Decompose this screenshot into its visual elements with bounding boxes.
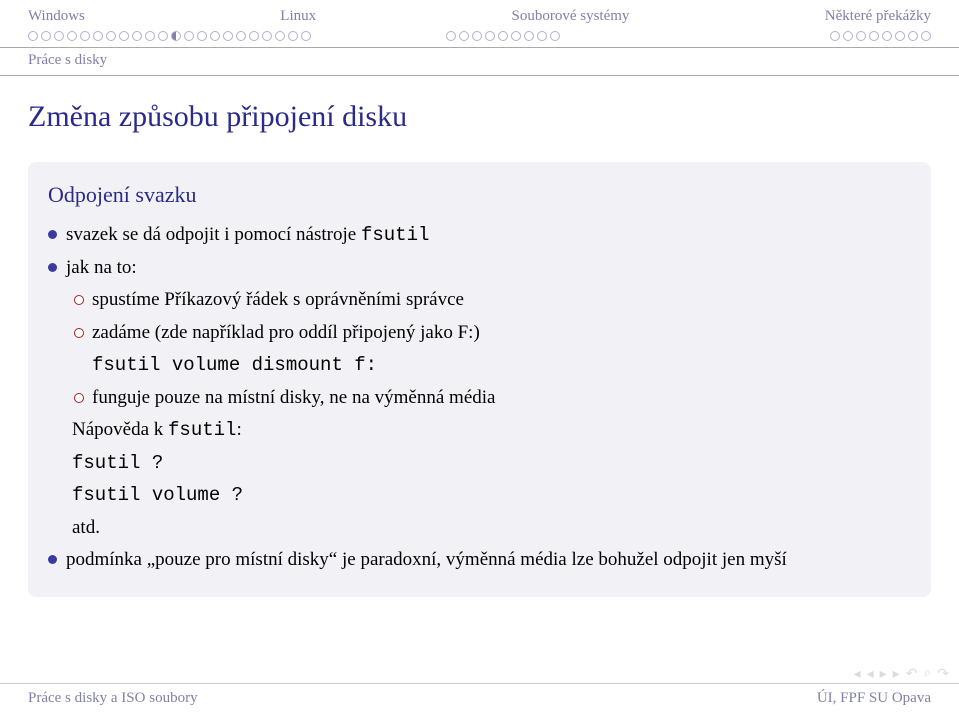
bullet-3: podmínka „pouze pro místní disky“ je par… [48,546,911,575]
progress-bar [0,29,959,47]
nav-next-icon[interactable]: ▸ [880,666,887,683]
beamer-nav-icons[interactable]: ◂ ◂ ▸ ▸ ↶ ⌕ ↷ [854,666,949,683]
nav-search-icon[interactable]: ⌕ [923,666,931,683]
progress-linux [446,31,560,41]
command-help-1: fsutil ? [48,449,911,478]
help-line: Nápověda k fsutil: [48,416,911,445]
nav-windows[interactable]: Windows [28,8,85,25]
command-help-2: fsutil volume ? [48,481,911,510]
subsection-label: Práce s disky [0,48,959,75]
progress-windows [28,31,311,41]
nav-linux[interactable]: Linux [280,8,316,25]
nav-fs[interactable]: Souborové systémy [512,8,630,25]
command-help-etc: atd. [48,514,911,543]
footer-right: ÚI, FPF SU Opava [817,690,931,707]
subbullet-2: zadáme (zde například pro oddíl připojen… [48,319,911,348]
bullet-2: jak na to: [48,254,911,283]
nav-fwd-icon[interactable]: ▸ [893,666,900,683]
subbullet-3: funguje pouze na místní disky, ne na vým… [48,384,911,413]
nav-redo-icon[interactable]: ↷ [937,666,949,683]
nav-obstacles[interactable]: Některé překážky [825,8,931,25]
nav-undo-icon[interactable]: ↶ [906,666,918,683]
content-block: Odpojení svazku svazek se dá odpojit i p… [28,162,931,597]
subbullet-1: spustíme Příkazový řádek s oprávněními s… [48,286,911,315]
nav-back-icon[interactable]: ◂ [854,666,861,683]
slide-title: Změna způsobu připojení disku [28,100,931,134]
command-dismount: fsutil volume dismount f: [48,351,911,380]
block-title: Odpojení svazku [48,178,911,211]
footer-left: Práce s disky a ISO soubory [28,690,198,707]
nav-prev-icon[interactable]: ◂ [867,666,874,683]
progress-obstacles [830,31,931,41]
bullet-1: svazek se dá odpojit i pomocí nástroje f… [48,221,911,250]
